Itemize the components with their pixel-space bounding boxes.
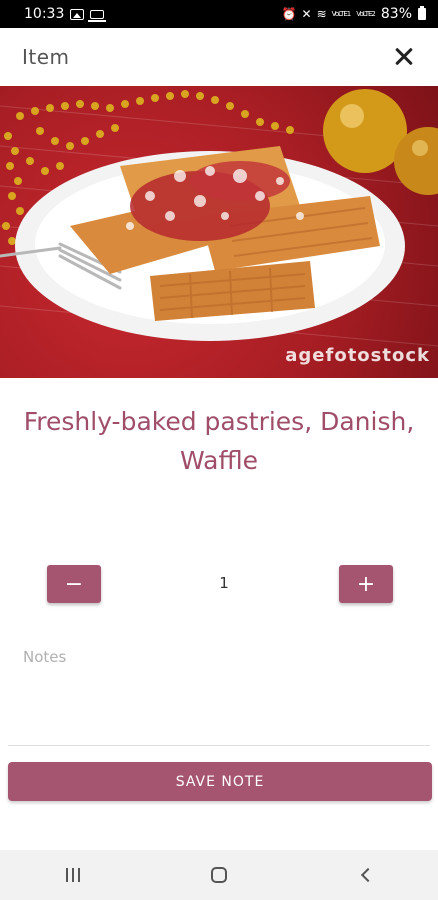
save-note-button[interactable]: SAVE NOTE: [8, 762, 432, 801]
waffle-photo: [0, 89, 438, 347]
system-nav-bar: [0, 850, 438, 900]
close-icon[interactable]: [390, 43, 418, 71]
item-image: agefotostock: [0, 86, 438, 378]
mute-icon: ✕: [301, 7, 312, 21]
quantity-stepper: − 1 +: [0, 565, 438, 605]
decrement-button[interactable]: −: [47, 565, 101, 603]
recents-icon: [66, 868, 80, 882]
status-bar: 10:33 ⏰ ✕ ≋ VoLTE1 VoLTE2 83%: [0, 0, 438, 28]
home-icon: [211, 867, 227, 883]
status-right: ⏰ ✕ ≋ VoLTE1 VoLTE2 83%: [282, 6, 426, 22]
wifi-icon: ≋: [316, 7, 327, 21]
page-title: Item: [22, 45, 70, 69]
status-left: 10:33: [24, 6, 107, 22]
back-icon: [360, 867, 376, 883]
app-header: Item: [0, 28, 438, 86]
laptop-icon: [88, 9, 107, 22]
recents-button[interactable]: [48, 855, 98, 895]
image-icon: [70, 8, 85, 20]
battery-icon: [418, 6, 426, 20]
image-watermark: agefotostock: [285, 345, 430, 366]
quantity-value: 1: [219, 574, 229, 592]
status-time: 10:33: [24, 6, 65, 22]
signal-icon: VoLTE1: [331, 10, 352, 18]
signal-icon: VoLTE2: [356, 10, 376, 18]
back-button[interactable]: [340, 855, 390, 895]
alarm-icon: ⏰: [281, 7, 297, 21]
battery-percent: 83%: [380, 6, 412, 22]
item-name: Freshly-baked pastries, Danish, Waffle: [23, 407, 415, 475]
increment-button[interactable]: +: [339, 565, 393, 603]
home-button[interactable]: [194, 855, 244, 895]
notes-field[interactable]: [8, 636, 430, 746]
